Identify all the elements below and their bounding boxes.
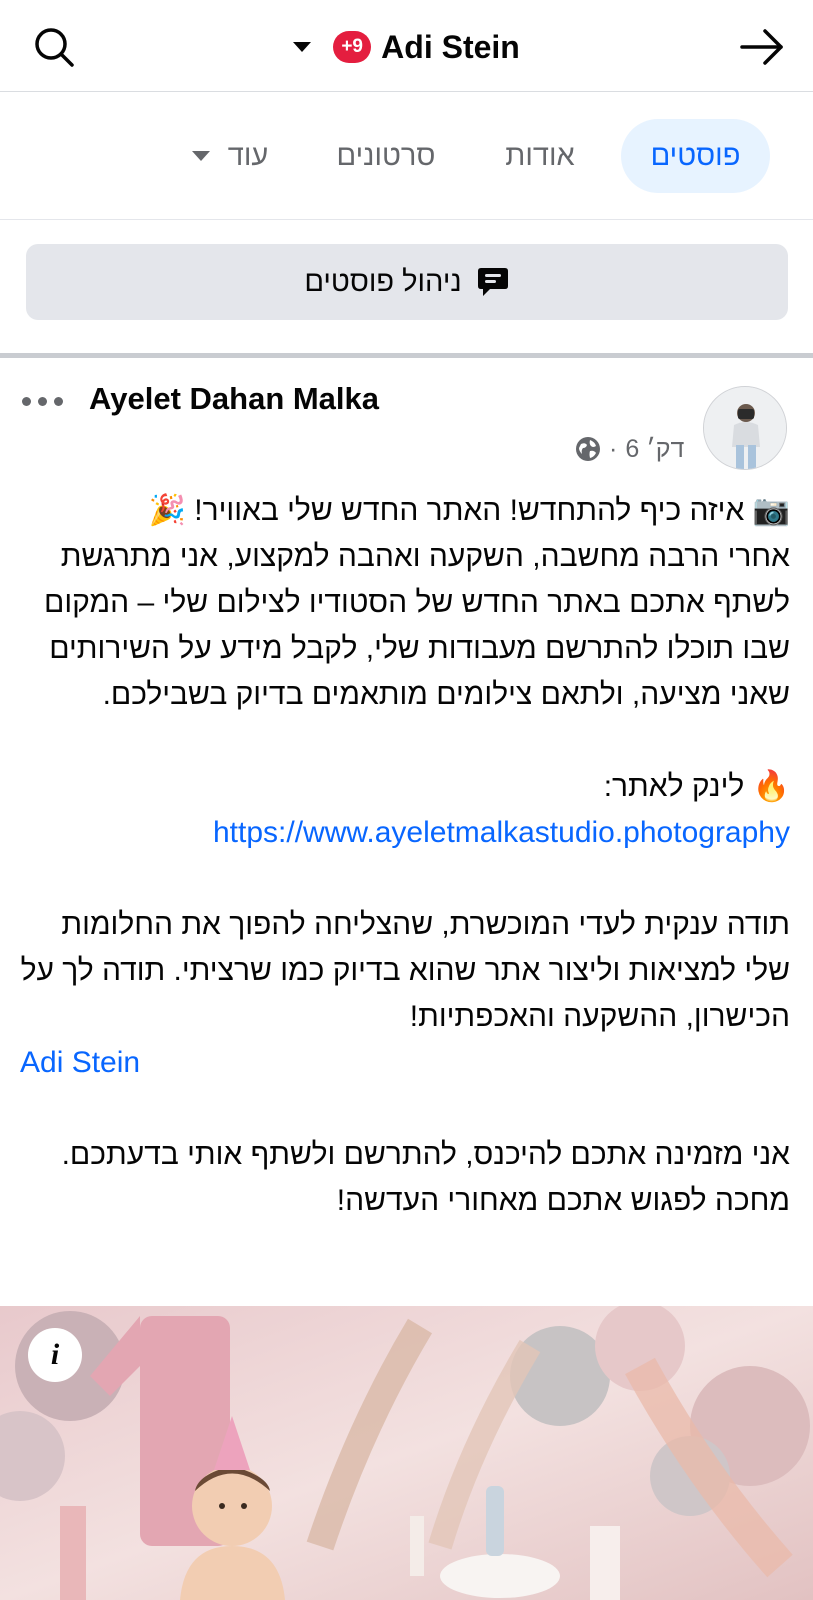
page-switcher[interactable]: +9 Adi Stein [0,26,813,68]
chevron-down-icon [191,151,210,161]
section-divider [0,353,813,358]
post-headline: 📷 איזה כיף להתחדש! האתר החדש שלי באוויר!… [148,494,790,527]
message-bubble-icon [477,268,508,296]
avatar[interactable] [703,386,787,470]
tab-videos[interactable]: סרטונים [316,119,456,193]
chevron-down-icon [293,42,312,52]
mention-link[interactable]: Adi Stein [20,1040,790,1086]
meta-separator: · [609,434,618,463]
tab-more[interactable]: עוד [160,119,300,193]
page-title: Adi Stein [381,28,520,65]
tab-about[interactable]: אודות [490,119,590,193]
notification-badge: +9 [333,31,372,63]
globe-icon [576,437,600,461]
tab-posts[interactable]: פוסטים [621,119,770,193]
post-body: 📷 איזה כיף להתחדש! האתר החדש שלי באוויר!… [20,488,790,1224]
manage-posts-button[interactable]: ניהול פוסטים [26,244,788,320]
more-options-icon[interactable] [22,387,64,415]
arrow-right-icon[interactable] [739,26,785,68]
info-icon[interactable]: i [28,1328,82,1382]
top-bar: +9 Adi Stein [0,0,813,92]
post-paragraph: תודה ענקית לעדי המוכשרת, שהצליחה להפוך א… [20,908,790,1033]
post-paragraph: אחרי הרבה מחשבה, השקעה ואהבה למקצוע, אני… [44,540,790,711]
manage-posts-label: ניהול פוסטים [304,265,462,298]
post-paragraph: אני מזמינה אתכם להיכנס, להתרשם ולשתף אות… [61,1138,790,1217]
post-meta: · 6 דק׳ [575,432,684,466]
post-photo[interactable]: i [0,1306,813,1600]
post-author[interactable]: Ayelet Dahan Malka [89,381,379,417]
link-label: 🔥 לינק לאתר: [603,770,790,803]
post-time[interactable]: 6 דק׳ [625,435,684,464]
tab-more-label: עוד [227,139,269,172]
profile-tabs: פוסטים אודות סרטונים עוד [0,92,813,220]
website-link[interactable]: https://www.ayeletmalkastudio.photograph… [20,810,790,856]
